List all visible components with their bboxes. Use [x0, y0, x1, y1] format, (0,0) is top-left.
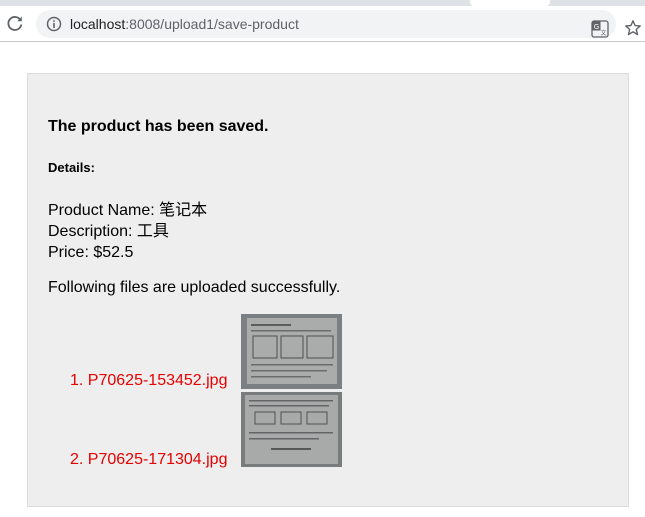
file-index: 1. [70, 372, 88, 389]
file-list-item[interactable]: 1. P70625-153452.jpg [70, 372, 227, 390]
description-row: Description: 工具 [48, 221, 207, 242]
files-intro: Following files are uploaded successfull… [48, 279, 341, 296]
file-name: P70625-153452.jpg [87, 372, 228, 389]
address-bar[interactable]: localhost:8008/upload1/save-product [36, 10, 616, 38]
file-name: P70625-171304.jpg [87, 451, 228, 468]
bookmark-star-icon[interactable] [624, 19, 642, 37]
price-value: $52.5 [93, 244, 134, 261]
svg-text:文: 文 [600, 29, 606, 37]
product-details: Product Name: 笔记本 Description: 工具 Price:… [48, 200, 207, 263]
details-heading: Details: [48, 160, 95, 175]
saved-message: The product has been saved. [48, 118, 269, 135]
product-name-label: Product Name: [48, 202, 160, 219]
file-thumbnail-image[interactable] [241, 392, 342, 467]
info-icon[interactable] [46, 16, 62, 32]
translate-icon[interactable]: G 文 [591, 20, 609, 38]
file-index: 2. [70, 451, 88, 468]
url-text[interactable]: localhost:8008/upload1/save-product [70, 16, 299, 32]
result-panel: The product has been saved. Details: Pro… [27, 73, 629, 507]
product-name-value: 笔记本 [159, 202, 208, 219]
file-thumbnail-image[interactable] [241, 314, 342, 389]
browser-toolbar: localhost:8008/upload1/save-product G 文 [0, 6, 645, 42]
url-host: localhost [70, 16, 126, 32]
price-label: Price: [48, 244, 94, 261]
svg-text:G: G [594, 23, 599, 31]
product-name-row: Product Name: 笔记本 [48, 200, 207, 221]
reload-icon[interactable] [4, 12, 26, 34]
file-list-item[interactable]: 2. P70625-171304.jpg [70, 451, 227, 469]
description-value: 工具 [136, 223, 169, 240]
description-label: Description: [48, 223, 137, 240]
url-path: :8008/upload1/save-product [125, 16, 299, 32]
price-row: Price: $52.5 [48, 242, 207, 263]
